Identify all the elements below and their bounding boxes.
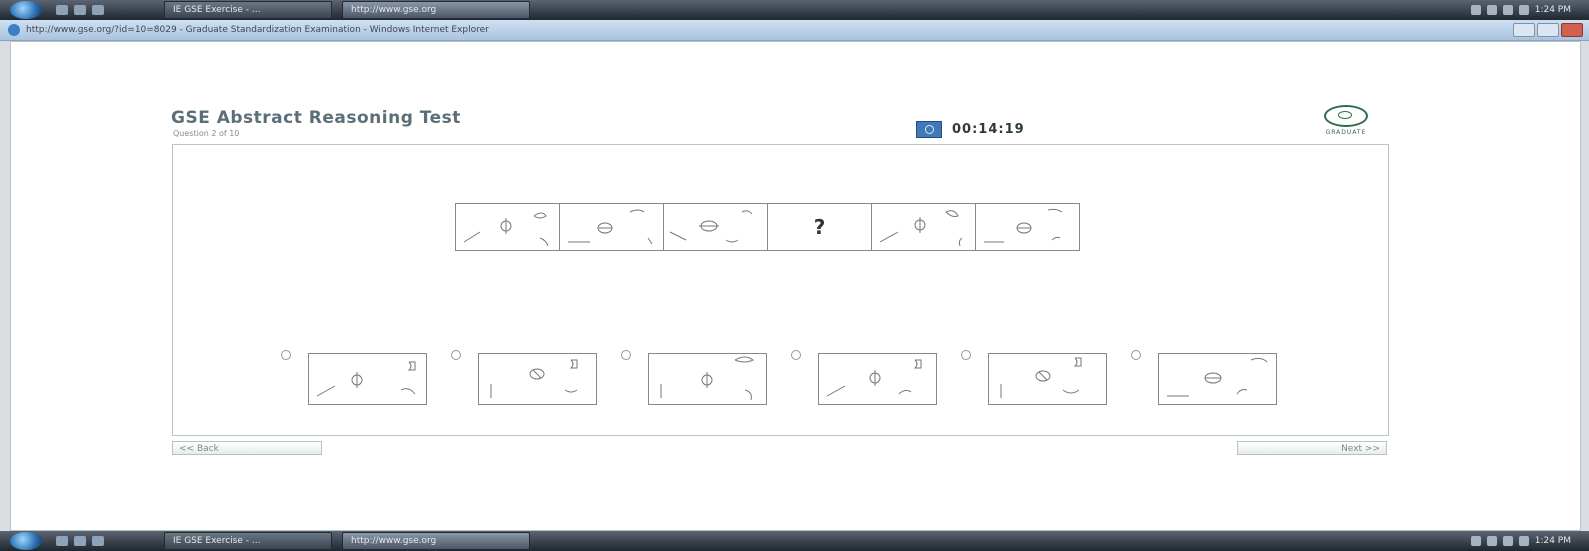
logo-text: GRADUATE — [1325, 129, 1367, 136]
option-figure[interactable] — [648, 353, 767, 405]
question-mark: ? — [813, 215, 826, 239]
maximize-button[interactable] — [1537, 23, 1559, 37]
minimize-button[interactable] — [1513, 23, 1535, 37]
logo-mark — [1324, 105, 1368, 127]
answer-option-1[interactable] — [281, 350, 461, 410]
option-figure[interactable] — [1158, 353, 1277, 405]
quicklaunch-icon[interactable] — [92, 536, 104, 546]
sequence-figure — [568, 209, 653, 245]
browser-titlebar: http://www.gse.org/?id=10=8029 - Graduat… — [0, 20, 1589, 41]
option-figure[interactable] — [818, 353, 937, 405]
quicklaunch-icon[interactable] — [56, 536, 68, 546]
tray-icon[interactable] — [1486, 536, 1497, 546]
page-title: GSE Abstract Reasoning Test — [171, 108, 461, 128]
logo: GRADUATE — [1306, 105, 1386, 136]
radio-button[interactable] — [1131, 350, 1141, 360]
option-figure-drawing — [1167, 357, 1268, 397]
quick-launch — [56, 5, 104, 15]
window-title: http://www.gse.org/?id=10=8029 - Graduat… — [26, 25, 489, 35]
radio-button[interactable] — [621, 350, 631, 360]
sequence-figure — [984, 208, 1063, 243]
timer: 00:14:19 — [916, 121, 1025, 138]
quicklaunch-icon[interactable] — [74, 536, 86, 546]
option-figure[interactable] — [988, 353, 1107, 405]
sequence-cell-missing: ? — [768, 204, 872, 250]
tray-icon[interactable] — [1486, 5, 1497, 15]
window-controls — [1513, 23, 1583, 37]
taskbar-top: IE GSE Exercise - ... http://www.gse.org… — [0, 0, 1589, 20]
quicklaunch-icon[interactable] — [92, 5, 104, 15]
sequence-figure — [669, 210, 753, 243]
option-figure[interactable] — [478, 353, 597, 405]
option-figure-drawing — [1000, 357, 1082, 398]
option-figure[interactable] — [308, 353, 427, 405]
answer-option-3[interactable] — [621, 350, 801, 410]
option-figure-drawing — [660, 356, 754, 401]
tray-icon[interactable] — [1470, 5, 1481, 15]
volume-icon[interactable] — [1518, 536, 1529, 546]
quick-launch — [56, 536, 104, 546]
timer-value: 00:14:19 — [952, 122, 1025, 137]
question-panel: ? — [172, 144, 1389, 436]
answer-option-6[interactable] — [1131, 350, 1311, 410]
taskbar-item-browser[interactable]: http://www.gse.org — [342, 532, 530, 550]
quicklaunch-icon[interactable] — [74, 5, 86, 15]
tray-clock[interactable]: 1:24 PM — [1535, 536, 1571, 546]
sequence-cell-5 — [872, 204, 976, 250]
ie-icon — [8, 24, 20, 36]
option-figure-drawing — [826, 359, 922, 397]
radio-button[interactable] — [791, 350, 801, 360]
radio-button[interactable] — [451, 350, 461, 360]
sequence-cell-1 — [456, 204, 560, 250]
sequence-cell-6 — [976, 204, 1079, 250]
radio-button[interactable] — [281, 350, 291, 360]
sequence-figure — [463, 212, 549, 247]
radio-button[interactable] — [961, 350, 971, 360]
page-content: GSE Abstract Reasoning Test Question 2 o… — [10, 41, 1581, 531]
clock-icon — [916, 121, 942, 138]
tray-icon[interactable] — [1470, 536, 1481, 546]
taskbar-item-browser[interactable]: http://www.gse.org — [342, 1, 530, 19]
answer-option-4[interactable] — [791, 350, 971, 410]
taskbar-item-exercise[interactable]: IE GSE Exercise - ... — [164, 1, 332, 19]
network-icon[interactable] — [1502, 536, 1513, 546]
start-button[interactable] — [10, 1, 42, 19]
tray-clock[interactable]: 1:24 PM — [1535, 5, 1571, 15]
system-tray: 1:24 PM — [1470, 536, 1571, 546]
sequence-cell-2 — [560, 204, 664, 250]
sequence-cell-3 — [664, 204, 768, 250]
system-tray: 1:24 PM — [1470, 5, 1571, 15]
sequence-figure — [879, 210, 963, 247]
network-icon[interactable] — [1502, 5, 1513, 15]
taskbar-bottom: IE GSE Exercise - ... http://www.gse.org… — [0, 531, 1589, 551]
answer-option-5[interactable] — [961, 350, 1141, 410]
start-button[interactable] — [10, 532, 42, 550]
option-figure-drawing — [490, 359, 578, 398]
next-button[interactable]: Next >> — [1237, 441, 1387, 455]
close-button[interactable] — [1561, 23, 1583, 37]
back-button[interactable]: << Back — [172, 441, 322, 455]
question-counter: Question 2 of 10 — [173, 129, 240, 138]
option-figure-drawing — [316, 361, 416, 397]
answer-option-2[interactable] — [451, 350, 631, 410]
sequence-row: ? — [455, 203, 1080, 251]
taskbar-item-exercise[interactable]: IE GSE Exercise - ... — [164, 532, 332, 550]
quicklaunch-icon[interactable] — [56, 5, 68, 15]
volume-icon[interactable] — [1518, 5, 1529, 15]
